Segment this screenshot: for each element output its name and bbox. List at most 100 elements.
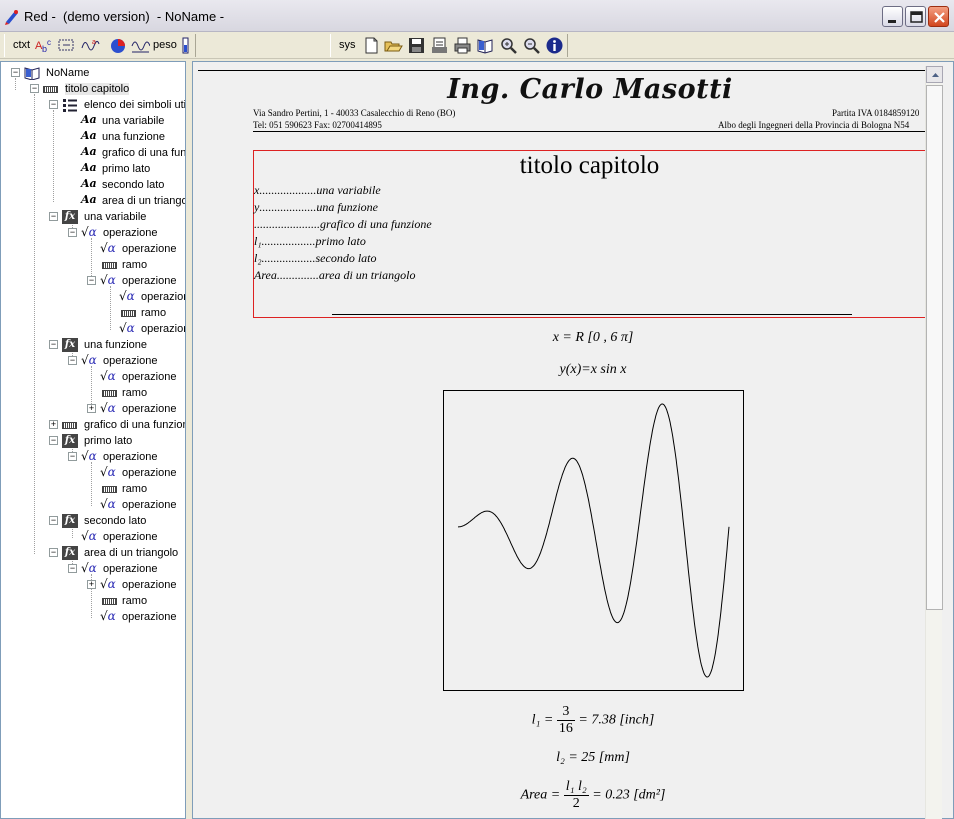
pie-button[interactable] — [109, 36, 128, 55]
tree-node-symbols-list[interactable]: − elenco dei simboli utili — [47, 97, 185, 113]
tree-node-branch[interactable]: ramo — [100, 481, 185, 497]
tree-node-label: operazior — [141, 323, 186, 335]
expand-toggle[interactable]: + — [87, 580, 96, 589]
minimize-button[interactable] — [882, 6, 903, 27]
collapse-toggle[interactable]: − — [49, 340, 58, 349]
tree-node-label: NoName — [46, 67, 90, 79]
tree-node-label: grafico di una fun — [102, 147, 186, 159]
tree-node-operation[interactable]: + √α operazione — [85, 577, 185, 593]
zoom-out-button[interactable] — [522, 36, 541, 55]
company-register: Albo degli Ingegneri della Provincia di … — [718, 120, 910, 130]
print-preview-button[interactable] — [430, 36, 449, 55]
tree-node-operation[interactable]: √α operazione — [100, 465, 185, 481]
tree-node-symbol[interactable]: Aa area di un triango — [81, 193, 185, 209]
weight-button[interactable] — [179, 36, 193, 55]
collapse-toggle[interactable]: − — [49, 100, 58, 109]
document-tree[interactable]: − NoName − titolo capitolo − elenco dei … — [0, 61, 186, 819]
company-phone: Tel: 051 590623 Fax: 02700414895 — [253, 120, 382, 130]
collapse-toggle[interactable]: − — [68, 452, 77, 461]
tree-node-label: una funzione — [84, 339, 147, 351]
tree-node-operation[interactable]: − √α operazione — [66, 225, 185, 241]
tree-node-section[interactable]: − fx una variabile — [47, 209, 185, 225]
tree-node-operation[interactable]: √α operazione — [100, 497, 185, 513]
tree-node-branch[interactable]: ramo — [100, 385, 185, 401]
close-button[interactable] — [928, 6, 949, 27]
tree-node-branch[interactable]: ramo — [100, 593, 185, 609]
tree-node-symbol[interactable]: Aa secondo lato — [81, 177, 185, 193]
tree-node-symbol[interactable]: Aa primo lato — [81, 161, 185, 177]
tree-node-operation[interactable]: √α operazione — [100, 609, 185, 625]
tree-node-operation[interactable]: √α operazione — [100, 241, 185, 257]
plot-canvas — [458, 403, 730, 678]
function-plot[interactable] — [443, 390, 744, 691]
save-button[interactable] — [407, 36, 426, 55]
formula-icon: √α — [81, 561, 97, 575]
text-style-icon: Aa — [81, 129, 97, 142]
tree-node-label: operazione — [122, 467, 177, 479]
tree-node-operation[interactable]: − √α operazione — [85, 273, 185, 289]
formula-icon: √α — [100, 241, 116, 255]
abc-button[interactable]: Abc — [35, 36, 54, 55]
collapse-toggle[interactable]: − — [49, 548, 58, 557]
expand-toggle[interactable]: + — [49, 420, 58, 429]
tree-node-section[interactable]: − fx secondo lato — [47, 513, 185, 529]
collapse-toggle[interactable]: − — [11, 68, 20, 77]
toolbar-system-group: sys — [330, 34, 568, 57]
function-formula: y(x)=x sin x — [559, 362, 627, 377]
collapse-toggle[interactable]: − — [68, 356, 77, 365]
tree-node-operation[interactable]: − √α operazione — [66, 561, 185, 577]
expand-toggle[interactable]: + — [87, 404, 96, 413]
maximize-button[interactable] — [905, 6, 926, 27]
collapse-toggle[interactable]: − — [49, 516, 58, 525]
collapse-toggle[interactable]: − — [49, 436, 58, 445]
tree-node-label: una funzione — [102, 131, 165, 143]
collapse-toggle[interactable]: − — [49, 212, 58, 221]
tree-node-section[interactable]: − fx primo lato — [47, 433, 185, 449]
tree-node-chapter[interactable]: − titolo capitolo — [28, 81, 178, 97]
list-icon — [63, 99, 77, 112]
tree-node-operation[interactable]: − √α operazione — [66, 449, 185, 465]
tree-node-label: ramo — [122, 483, 148, 495]
branch-icon — [102, 486, 117, 493]
tree-node-operation[interactable]: √α operazior — [119, 289, 186, 305]
tree-node-label: operazior — [141, 291, 186, 303]
tree-node-operation[interactable]: − √α operazione — [66, 353, 185, 369]
tree-node-root[interactable]: − NoName — [9, 65, 179, 81]
tree-node-branch[interactable]: ramo — [100, 257, 185, 273]
function-icon: fx — [62, 338, 78, 352]
zoom-in-button[interactable] — [499, 36, 518, 55]
new-document-button[interactable] — [362, 36, 381, 55]
tree-node-symbol[interactable]: Aa grafico di una fun — [81, 145, 186, 161]
tree-node-branch[interactable]: ramo — [119, 305, 185, 321]
tree-node-section[interactable]: − fx area di un triangolo — [47, 545, 185, 561]
info-button[interactable] — [545, 36, 564, 55]
tree-node-section[interactable]: − fx una funzione — [47, 337, 185, 353]
scroll-up-button[interactable] — [926, 66, 943, 83]
wave-button[interactable] — [131, 36, 151, 55]
tree-node-operation[interactable]: √α operazione — [81, 529, 185, 545]
tree-node-section[interactable]: + grafico di una funzion — [47, 417, 185, 433]
collapse-toggle[interactable]: − — [68, 564, 77, 573]
svg-text:a: a — [92, 39, 96, 46]
formula-icon: √α — [81, 353, 97, 367]
symbol-row: l₁..................primo lato — [254, 234, 366, 248]
plot-line — [458, 403, 730, 678]
collapse-toggle[interactable]: − — [30, 84, 39, 93]
tree-node-operation[interactable]: + √α operazione — [85, 401, 185, 417]
vertical-scrollbar[interactable] — [925, 66, 943, 819]
formula-icon: √α — [81, 529, 97, 543]
print-button[interactable] — [453, 36, 472, 55]
tree-node-symbol[interactable]: Aa una funzione — [81, 129, 185, 145]
collapse-toggle[interactable]: − — [87, 276, 96, 285]
bracket-button[interactable] — [57, 36, 76, 55]
tree-node-operation[interactable]: √α operazione — [100, 369, 185, 385]
wave-alpha-button[interactable]: a — [81, 36, 100, 55]
open-folder-button[interactable] — [384, 36, 403, 55]
tree-node-operation[interactable]: √α operazior — [119, 321, 186, 337]
collapse-toggle[interactable]: − — [68, 228, 77, 237]
letterhead-bottom-rule — [253, 131, 926, 132]
scroll-thumb[interactable] — [926, 85, 943, 610]
tree-node-label: una variabile — [102, 115, 165, 127]
book-button[interactable] — [476, 36, 495, 55]
tree-node-symbol[interactable]: Aa una variabile — [81, 113, 185, 129]
